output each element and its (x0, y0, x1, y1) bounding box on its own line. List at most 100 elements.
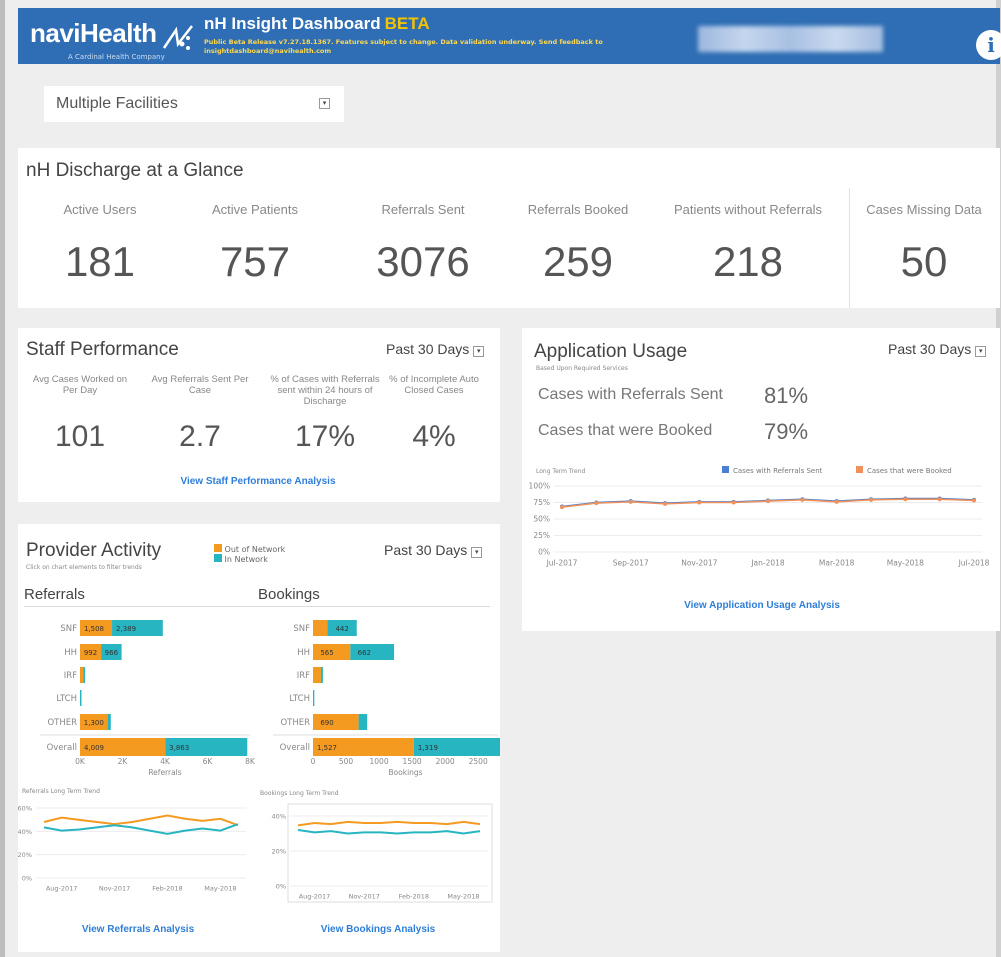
legend-swatch (856, 466, 863, 473)
category-label: OTHER (280, 718, 310, 728)
logo-subtitle: A Cardinal Health Company (68, 53, 165, 61)
usage-subtitle: Based Upon Required Services (536, 365, 628, 372)
info-icon[interactable]: i (976, 30, 1001, 60)
bookings-analysis-link[interactable]: View Bookings Analysis (298, 924, 458, 935)
stat-label: Patients without Referrals (673, 202, 823, 217)
stat-label: Active Patients (212, 202, 298, 217)
y-tick-label: 25% (533, 531, 550, 540)
staff-period-select[interactable]: Past 30 Days ▾ (386, 341, 485, 357)
bar-segment (313, 620, 328, 636)
x-tick-label: 6K (203, 757, 214, 766)
app-header: naviHealth A Cardinal Health Company nH … (18, 8, 1001, 64)
chevron-down-icon[interactable]: ▾ (319, 98, 330, 109)
data-point (766, 499, 770, 504)
x-tick-label: 0K (75, 757, 86, 766)
bar-segment (107, 714, 111, 730)
axis-title: Bookings (388, 768, 422, 777)
category-label: LTCH (289, 694, 310, 704)
x-tick-label: 8K (245, 757, 256, 766)
x-tick-label: Sep-2017 (613, 559, 649, 568)
data-point (628, 499, 633, 504)
bar-label: 992 (84, 649, 97, 657)
metric-label: % of Incomplete Auto Closed Cases (389, 374, 479, 396)
x-tick-label: 4K (160, 757, 171, 766)
data-point (663, 501, 667, 506)
usage-row-label: Cases with Referrals Sent (538, 386, 723, 403)
axis-title: Referrals (148, 768, 181, 777)
stat-value: 181 (64, 238, 136, 285)
bar-label: 3,863 (169, 744, 189, 752)
data-point (937, 497, 942, 502)
bar-label: 690 (320, 719, 333, 727)
y-tick-label: 100% (529, 482, 550, 491)
category-label: SNF (293, 624, 310, 634)
glance-title: nH Discharge at a Glance (26, 160, 244, 181)
series-line (43, 823, 239, 835)
data-point (800, 497, 805, 502)
application-usage-card: Application Usage Based Upon Required Se… (522, 328, 1000, 631)
bar-label: 1,300 (84, 719, 104, 727)
category-label: Overall (280, 743, 310, 753)
release-notice: Public Beta Release v7.27.18.1367. Featu… (204, 38, 603, 55)
data-point (731, 500, 736, 505)
x-tick-label: 1500 (403, 757, 422, 766)
category-label: LTCH (56, 694, 77, 704)
trend-title: Referrals Long Term Trend (22, 788, 100, 795)
usage-title: Application Usage (534, 341, 688, 362)
navihealth-logo[interactable]: naviHealth (30, 18, 157, 49)
x-tick-label: Mar-2018 (819, 559, 855, 568)
data-point (560, 505, 564, 510)
chevron-down-icon[interactable]: ▾ (975, 346, 987, 357)
staff-performance-card: Staff Performance Past 30 Days ▾ View Sta… (18, 328, 500, 502)
bar-label: 966 (105, 649, 119, 657)
bar-segment (83, 667, 86, 683)
stat-label: Referrals Sent (381, 202, 465, 217)
y-tick-label: 0% (538, 548, 550, 557)
y-tick-label: 0% (276, 883, 286, 891)
stat-label: Cases Missing Data (866, 202, 982, 217)
dashboard-title: nH Insight Dashboard BETA (204, 14, 430, 33)
bar-label: 662 (358, 649, 371, 657)
bar-segment (320, 667, 323, 683)
usage-row-value: 79% (764, 419, 809, 444)
staff-title: Staff Performance (26, 339, 179, 360)
y-tick-label: 50% (533, 515, 550, 524)
category-label: HH (64, 648, 77, 658)
stat-label: Active Users (63, 202, 137, 217)
bar-label: 4,009 (84, 744, 104, 752)
referrals-analysis-link[interactable]: View Referrals Analysis (58, 924, 218, 935)
x-tick-label: Feb-2018 (399, 893, 429, 901)
x-tick-label: 0 (311, 757, 316, 766)
metric-value: 4% (412, 420, 456, 453)
y-tick-label: 75% (533, 498, 550, 507)
stat-value: 218 (712, 238, 784, 285)
legend-swatch (722, 466, 729, 473)
category-label: HH (297, 648, 310, 658)
chevron-down-icon[interactable]: ▾ (473, 346, 485, 357)
bar-label: 565 (320, 649, 333, 657)
staff-analysis-link[interactable]: View Staff Performance Analysis (148, 476, 368, 487)
facility-select[interactable]: Multiple Facilities ▾ (44, 86, 344, 122)
trend-title: Bookings Long Term Trend (260, 790, 339, 797)
y-tick-label: 40% (18, 828, 32, 836)
bar-label: 1,319 (418, 744, 438, 752)
stat-value: 259 (542, 238, 614, 285)
x-tick-label: Jul-2017 (546, 559, 578, 568)
beta-badge: BETA (384, 14, 430, 33)
provider-activity-card: Provider Activity Click on chart element… (18, 524, 500, 952)
metric-label: % of Cases with Referrals sent within 24… (270, 374, 380, 407)
data-point (972, 498, 976, 503)
x-tick-label: May-2018 (447, 893, 479, 901)
provider-charts[interactable]: SNF 1,508 2,389 HH 992 966 IRF LTCH OTHER 1,300 Ov… (18, 524, 500, 924)
data-point (903, 497, 908, 502)
legend-label: Cases with Referrals Sent (733, 467, 823, 475)
series-line (297, 829, 481, 835)
data-point (594, 501, 599, 506)
usage-period-select[interactable]: Past 30 Days ▾ (888, 341, 987, 357)
x-tick-label: 2500 (469, 757, 488, 766)
usage-trend-chart[interactable]: Cases with Referrals Sent Cases that were… (522, 458, 1000, 578)
bar-label: 442 (335, 625, 348, 633)
y-tick-label: 60% (18, 805, 32, 813)
stat-label: Referrals Booked (527, 202, 629, 217)
usage-analysis-link[interactable]: View Application Usage Analysis (642, 600, 882, 611)
